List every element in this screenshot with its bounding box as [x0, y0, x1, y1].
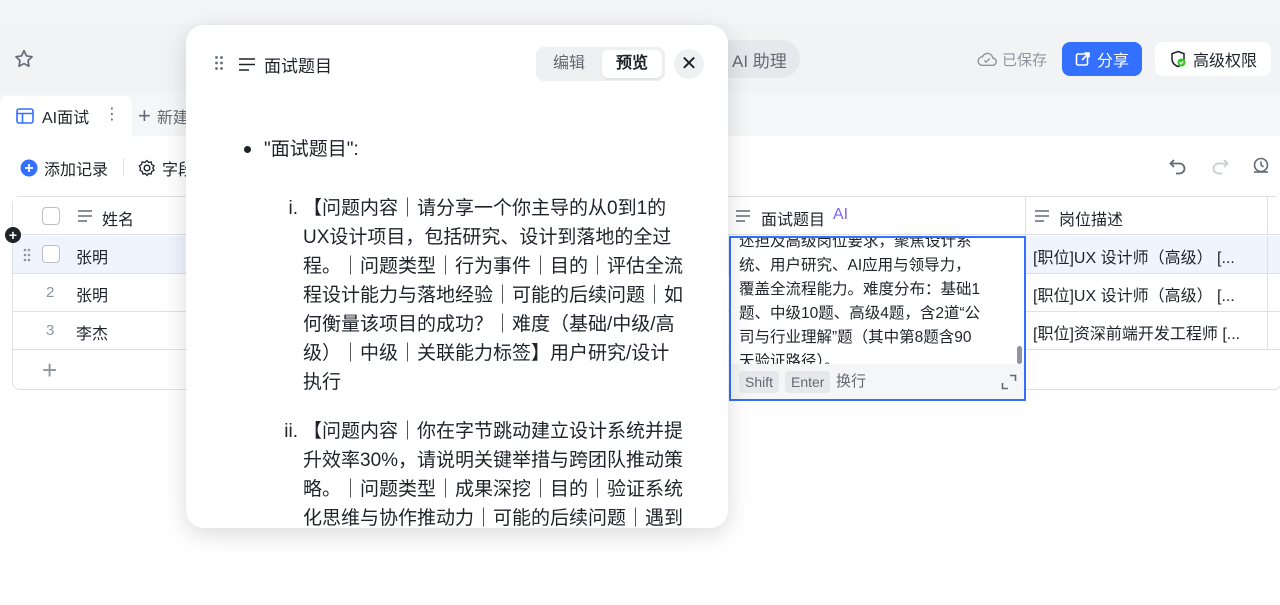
text-field-icon [78, 210, 92, 222]
drag-handle-icon[interactable] [23, 248, 31, 262]
toolbar-divider [123, 158, 124, 176]
popup-content: "面试题目": i. 【问题内容｜请分享一个你主导的从0到1的 UX设计项目，包… [186, 133, 728, 528]
popup-title-label: 面试题目 [264, 57, 332, 76]
cell-job-description[interactable]: [职位]UX 设计师（高级） [... [1033, 244, 1235, 268]
cell-editor[interactable]: 述担及高级岗位要求，聚焦设计系 统、用户研究、AI应用与领导力， 覆盖全流程能力… [729, 236, 1026, 401]
drag-handle-icon[interactable] [214, 55, 224, 71]
column-divider [1025, 197, 1026, 235]
list-number: i. [288, 198, 299, 219]
share-label: 分享 [1096, 53, 1129, 70]
list-line: 略。｜问题类型｜成果深挖｜目的｜验证系统 [303, 479, 684, 500]
editor-line: 覆盖全流程能力。难度分布：基础1 [739, 281, 981, 298]
list-line: 化思维与协作推动力｜可能的后续问题｜遇到 [303, 508, 684, 528]
ai-badge: AI [833, 206, 849, 223]
column-divider [1267, 312, 1268, 350]
column-header-name[interactable]: 姓名 [102, 206, 134, 230]
permission-label: 高级权限 [1192, 53, 1257, 70]
editor-line: 天验证路径）。 [739, 353, 840, 364]
redo-icon[interactable] [1210, 156, 1230, 176]
cloud-check-icon [977, 52, 997, 67]
share-button[interactable]: 分享 [1062, 42, 1142, 76]
cell-job-description[interactable]: [职位]资深前端开发工程师 [... [1033, 320, 1240, 344]
row-checkbox[interactable] [42, 245, 60, 263]
expand-icon[interactable] [1001, 374, 1017, 390]
column-divider [1267, 197, 1268, 235]
table-icon [16, 108, 34, 124]
list-line: 程设计能力与落地经验｜可能的后续问题｜如 [303, 285, 684, 306]
text-field-icon [1035, 210, 1049, 222]
row-number: 2 [46, 284, 55, 301]
add-record-button[interactable]: 添加记录 [20, 156, 108, 180]
saved-status: 已保存 [976, 48, 1047, 70]
list-line: 【问题内容｜你在字节跳动建立设计系统并提 [303, 421, 684, 442]
editor-line: 述担及高级岗位要求，聚焦设计系 [739, 238, 972, 250]
add-record-label: 添加记录 [44, 162, 109, 179]
text-field-icon [239, 58, 255, 71]
editor-footer: Shift Enter 换行 [731, 364, 1024, 399]
list-item: 【问题内容｜请分享一个你主导的从0到1的 UX设计项目，包括研究、设计到落地的全… [303, 194, 695, 397]
row-number: 3 [46, 322, 55, 339]
column-divider [1267, 274, 1268, 312]
mode-toggle: 编辑 预览 [536, 47, 665, 81]
editor-scrollbar[interactable] [1017, 346, 1022, 364]
star-icon[interactable] [13, 48, 35, 70]
list-line: 何衡量该项目的成功？｜难度（基础/中级/高 [303, 314, 675, 335]
list-number: ii. [284, 421, 298, 442]
insert-row-icon[interactable]: + [5, 227, 21, 243]
tab-label: AI面试 [42, 110, 90, 127]
plus-icon: + [138, 103, 151, 128]
gear-icon [138, 159, 155, 177]
editor-content[interactable]: 述担及高级岗位要求，聚焦设计系 统、用户研究、AI应用与领导力， 覆盖全流程能力… [739, 238, 1015, 364]
history-icon[interactable] [1250, 156, 1272, 176]
list-line: 升效率30%，请说明关键举措与跨团队推动策 [303, 450, 684, 471]
edit-tab[interactable]: 编辑 [539, 50, 599, 78]
list-line: 【问题内容｜请分享一个你主导的从0到1的 [303, 198, 667, 219]
advanced-permission-button[interactable]: 高级权限 [1155, 42, 1271, 76]
shift-key-hint: Shift [739, 371, 780, 393]
tab-more-icon[interactable]: ⋮ [104, 104, 120, 124]
cell-name[interactable]: 张明 [76, 244, 108, 268]
editor-line: 统、用户研究、AI应用与领导力， [739, 257, 971, 274]
list-line: UX设计项目，包括研究、设计到落地的全过 [303, 227, 672, 248]
column-header-interview-questions[interactable]: 面试题目 [761, 206, 825, 230]
new-tab-button[interactable]: + 新建 [138, 104, 189, 128]
bullet-icon [244, 146, 251, 153]
ai-assistant-label: AI 助理 [732, 51, 787, 71]
header-band [0, 0, 1280, 24]
select-all-checkbox[interactable] [42, 207, 60, 225]
cell-name[interactable]: 张明 [76, 282, 108, 306]
column-divider [1267, 236, 1268, 274]
enter-key-hint: Enter [785, 371, 831, 393]
editor-line: 题、中级10题、高级4题，含2道“公 [739, 305, 981, 322]
list-line: 执行 [303, 372, 342, 393]
field-preview-popup: 面试题目 编辑 预览 ✕ "面试题目": i. 【问题内容｜请分享一个你主导的从… [186, 25, 728, 528]
close-icon[interactable]: ✕ [674, 49, 704, 79]
undo-icon[interactable] [1168, 156, 1188, 176]
newline-label: 换行 [836, 373, 867, 390]
shield-check-icon [1171, 50, 1186, 68]
popup-title: 面试题目 [238, 52, 332, 77]
column-header-job-description[interactable]: 岗位描述 [1059, 206, 1123, 230]
saved-label: 已保存 [1002, 51, 1048, 69]
list-line: 程。｜问题类型｜行为事件｜目的｜评估全流 [303, 256, 684, 277]
list-item: 【问题内容｜你在字节跳动建立设计系统并提 升效率30%，请说明关键举措与跨团队推… [303, 417, 695, 528]
add-circle-icon [20, 159, 38, 177]
add-row-button[interactable]: + [42, 357, 57, 383]
new-tab-label: 新建 [156, 110, 189, 127]
preview-tab[interactable]: 预览 [602, 50, 662, 78]
editor-line: 司与行业理解”题（其中第8题含90 [739, 329, 972, 346]
cell-job-description[interactable]: [职位]UX 设计师（高级） [... [1033, 282, 1235, 306]
text-field-icon [736, 210, 750, 222]
share-icon [1075, 52, 1090, 66]
bullet-heading: "面试题目": [264, 139, 359, 160]
cell-name[interactable]: 李杰 [76, 320, 108, 344]
list-line: 级）｜中级｜关联能力标签】用户研究/设计 [303, 343, 670, 364]
